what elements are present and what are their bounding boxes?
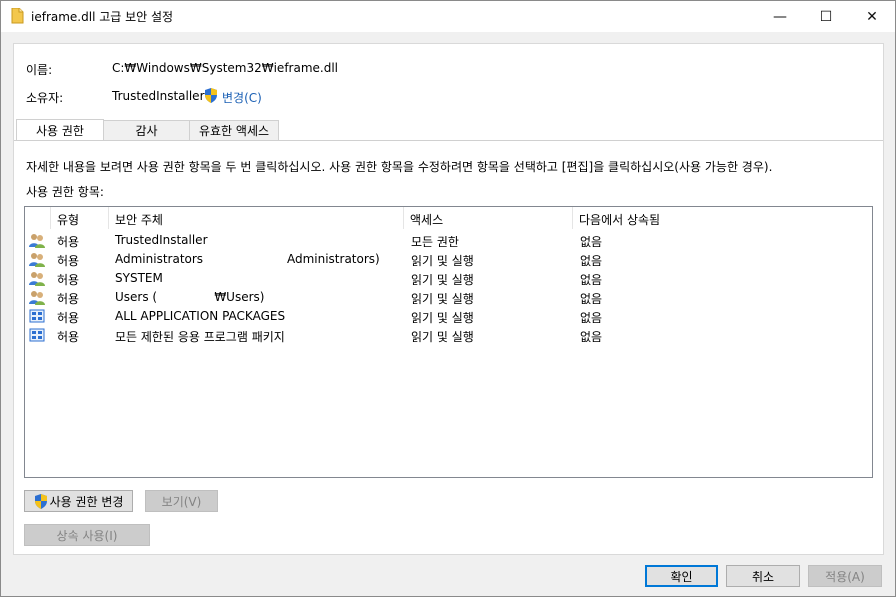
file-icon <box>11 8 24 24</box>
entry-access: 읽기 및 실행 <box>411 292 474 306</box>
entry-type: 허용 <box>57 311 80 325</box>
table-row[interactable]: 허용 Administrators Administrators) 읽기 및 실… <box>25 250 872 269</box>
entry-access: 모든 권한 <box>411 235 459 249</box>
entry-access: 읽기 및 실행 <box>411 311 474 325</box>
entry-inherited-from: 없음 <box>580 273 603 287</box>
entry-principal: 모든 제한된 응용 프로그램 패키지 <box>115 330 285 344</box>
column-header-principal[interactable]: 보안 주체 <box>109 207 404 229</box>
name-value: C:₩Windows₩System32₩ieframe.dll <box>112 61 339 75</box>
tab-auditing[interactable]: 감사 <box>103 120 190 141</box>
entry-access: 읽기 및 실행 <box>411 330 474 344</box>
package-icon <box>29 309 45 323</box>
users-icon <box>29 253 45 267</box>
column-header-inherited-from[interactable]: 다음에서 상속됨 <box>573 207 872 229</box>
entry-inherited-from: 없음 <box>580 311 603 325</box>
view-button[interactable]: 보기(V) <box>145 490 218 512</box>
table-row[interactable]: 허용 모든 제한된 응용 프로그램 패키지 읽기 및 실행 없음 <box>25 326 872 345</box>
entry-principal: Administrators Administrators) <box>115 252 380 266</box>
apply-button[interactable]: 적용(A) <box>808 565 882 587</box>
title-bar[interactable]: ieframe.dll 고급 보안 설정 — ☐ ✕ <box>1 1 895 32</box>
column-header-icon[interactable] <box>25 207 51 229</box>
table-row[interactable]: 허용 Users ( ₩Users) 읽기 및 실행 없음 <box>25 288 872 307</box>
table-row[interactable]: 허용 SYSTEM 읽기 및 실행 없음 <box>25 269 872 288</box>
permission-entries-label: 사용 권한 항목: <box>26 185 104 199</box>
ok-button[interactable]: 확인 <box>645 565 718 587</box>
tab-divider <box>14 140 883 141</box>
users-icon <box>29 272 45 286</box>
owner-value: TrustedInstaller <box>112 89 205 103</box>
name-label: 이름: <box>26 63 53 77</box>
entry-inherited-from: 없음 <box>580 235 603 249</box>
security-settings-window: ieframe.dll 고급 보안 설정 — ☐ ✕ 이름: C:₩Window… <box>0 0 896 597</box>
entry-inherited-from: 없음 <box>580 254 603 268</box>
content-panel: 이름: C:₩Windows₩System32₩ieframe.dll 소유자:… <box>13 43 884 555</box>
column-header-type[interactable]: 유형 <box>51 207 109 229</box>
entry-principal: TrustedInstaller <box>115 233 208 247</box>
entry-principal: ALL APPLICATION PACKAGES <box>115 309 286 323</box>
window-title: ieframe.dll 고급 보안 설정 <box>31 10 174 24</box>
uac-shield-icon <box>34 493 47 509</box>
table-row[interactable]: 허용 ALL APPLICATION PACKAGES 읽기 및 실행 없음 <box>25 307 872 326</box>
owner-label: 소유자: <box>26 91 64 105</box>
permission-entries-list[interactable]: 유형 보안 주체 액세스 다음에서 상속됨 허용 TrustedInstalle… <box>24 206 873 478</box>
entry-access: 읽기 및 실행 <box>411 254 474 268</box>
package-icon <box>29 328 45 342</box>
change-owner-link[interactable]: 변경(C) <box>222 89 262 106</box>
enable-inheritance-button[interactable]: 상속 사용(I) <box>24 524 150 546</box>
users-icon <box>29 291 45 305</box>
entry-access: 읽기 및 실행 <box>411 273 474 287</box>
table-row[interactable]: 허용 TrustedInstaller 모든 권한 없음 <box>25 231 872 250</box>
change-permissions-button[interactable]: 사용 권한 변경 <box>24 490 133 512</box>
close-button[interactable]: ✕ <box>849 1 895 32</box>
users-icon <box>29 234 45 248</box>
entry-type: 허용 <box>57 273 80 287</box>
maximize-button[interactable]: ☐ <box>803 1 849 32</box>
change-permissions-label: 사용 권한 변경 <box>49 494 124 509</box>
entry-type: 허용 <box>57 292 80 306</box>
uac-shield-icon <box>205 88 217 103</box>
entry-inherited-from: 없음 <box>580 292 603 306</box>
minimize-button[interactable]: — <box>757 1 803 32</box>
entry-type: 허용 <box>57 330 80 344</box>
entry-inherited-from: 없음 <box>580 330 603 344</box>
column-header-access[interactable]: 액세스 <box>404 207 573 229</box>
entry-principal: SYSTEM <box>115 271 163 285</box>
entry-type: 허용 <box>57 235 80 249</box>
entry-type: 허용 <box>57 254 80 268</box>
tab-permissions[interactable]: 사용 권한 <box>16 119 104 141</box>
cancel-button[interactable]: 취소 <box>726 565 800 587</box>
entry-principal: Users ( ₩Users) <box>115 290 265 304</box>
tab-effective-access[interactable]: 유효한 액세스 <box>189 120 279 141</box>
instructions-text: 자세한 내용을 보려면 사용 권한 항목을 두 번 클릭하십시오. 사용 권한 … <box>26 160 773 174</box>
